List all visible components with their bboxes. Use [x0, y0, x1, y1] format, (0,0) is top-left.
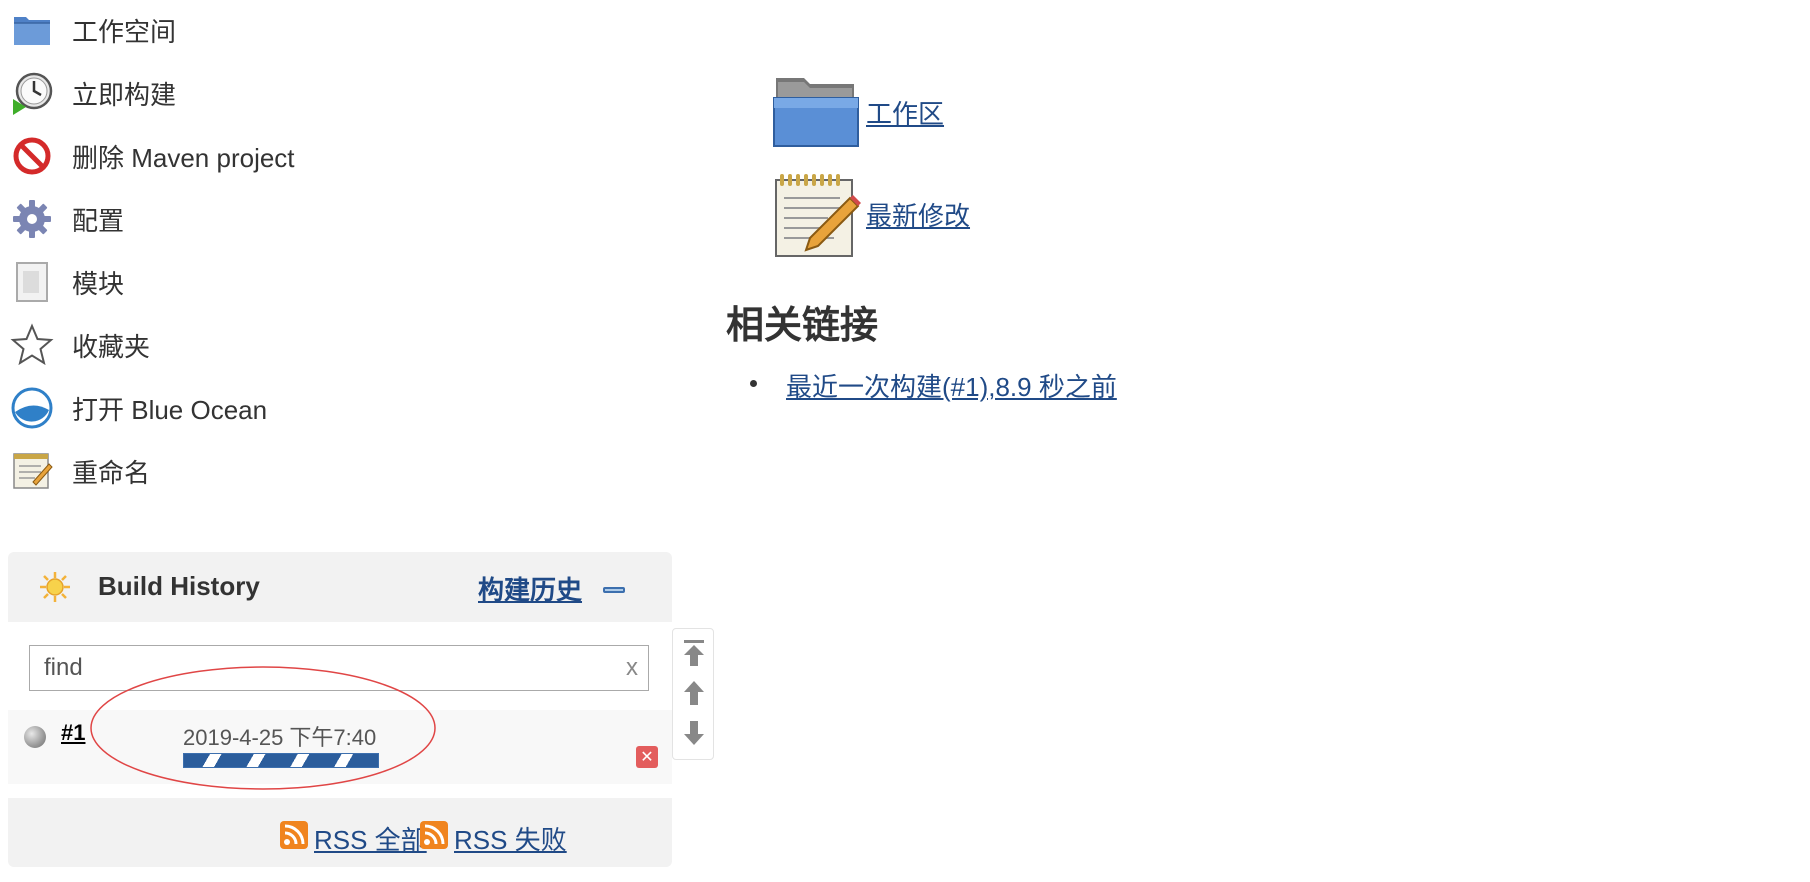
- gear-icon: [10, 197, 54, 241]
- build-history-title: Build History: [98, 571, 260, 601]
- related-links-heading: 相关链接: [726, 305, 879, 347]
- task-label: 删除 Maven project: [72, 142, 295, 173]
- main-link-recent-changes: 最新修改: [770, 168, 970, 260]
- task-label: 模块: [72, 268, 125, 299]
- task-configure[interactable]: 配置: [10, 195, 124, 243]
- folder-icon: [770, 66, 862, 158]
- rss-icon: [280, 821, 308, 856]
- sun-icon: [38, 570, 72, 609]
- notepad-pencil-icon: [10, 449, 54, 493]
- folder-icon: [10, 8, 54, 52]
- no-entry-icon: [10, 134, 54, 178]
- task-label: 打开 Blue Ocean: [72, 394, 268, 425]
- build-clock-icon: [10, 71, 54, 115]
- rss-all-link[interactable]: RSS 全部: [280, 820, 427, 857]
- task-build-now[interactable]: 立即构建: [10, 69, 176, 117]
- task-rename[interactable]: 重命名: [10, 447, 150, 495]
- task-label: 工作空间: [72, 16, 177, 47]
- task-favorite[interactable]: 收藏夹: [10, 321, 150, 369]
- blue-ocean-icon: [10, 386, 54, 430]
- list-item: 最近一次构建(#1),8.9 秒之前: [750, 367, 1117, 404]
- main-panel: 工作区 最新修改 相关链接 最近一次构建(#1),8.9 秒之前: [690, 0, 1810, 882]
- build-history-footer: RSS 全部 RSS 失败: [8, 798, 672, 867]
- build-number-link[interactable]: #1: [61, 720, 85, 746]
- side-panel: 工作空间 立即构建 删除 Maven project 配置 模块 收藏夹 打开 …: [0, 0, 714, 882]
- recent-changes-link[interactable]: 最新修改: [866, 196, 970, 233]
- task-open-blue-ocean[interactable]: 打开 Blue Ocean: [10, 384, 267, 432]
- task-label: 收藏夹: [72, 331, 151, 362]
- task-label: 重命名: [72, 457, 151, 488]
- task-delete-project[interactable]: 删除 Maven project: [10, 132, 295, 180]
- last-build-link[interactable]: 最近一次构建(#1),8.9 秒之前: [786, 372, 1117, 402]
- annotation-ellipse: [90, 666, 436, 790]
- search-clear-button[interactable]: x: [626, 654, 638, 682]
- notepad-pencil-icon: [770, 168, 862, 260]
- rss-failed-label: RSS 失败: [454, 825, 567, 855]
- rss-icon: [420, 821, 448, 856]
- workspace-link[interactable]: 工作区: [866, 94, 944, 131]
- related-links-list: 最近一次构建(#1),8.9 秒之前: [750, 367, 1117, 404]
- bullet-icon: [750, 380, 757, 387]
- collapse-icon[interactable]: [603, 587, 625, 593]
- rss-all-label: RSS 全部: [314, 825, 427, 855]
- rss-failed-link[interactable]: RSS 失败: [420, 820, 567, 857]
- document-icon: [10, 260, 54, 304]
- task-label: 配置: [72, 205, 125, 236]
- task-label: 立即构建: [72, 79, 177, 110]
- status-ball-icon: [24, 726, 46, 748]
- task-workspace[interactable]: 工作空间: [10, 6, 176, 54]
- main-link-workspace: 工作区: [770, 66, 944, 158]
- build-history-trend-link[interactable]: 构建历史: [478, 570, 582, 607]
- stop-build-icon[interactable]: ✕: [636, 746, 658, 768]
- star-icon: [10, 323, 54, 367]
- build-history-header: Build History 构建历史: [8, 552, 672, 622]
- task-modules[interactable]: 模块: [10, 258, 124, 306]
